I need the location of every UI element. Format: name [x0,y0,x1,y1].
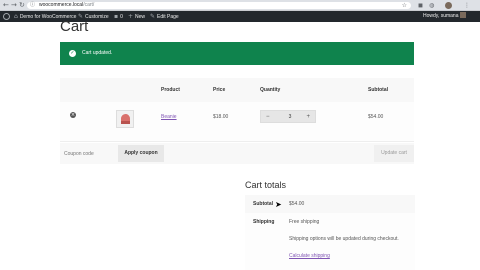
header-subtotal: Subtotal [368,87,388,93]
menu-dots-icon[interactable]: ⋮ [464,1,470,10]
cart-item-row: × Beanie $18.00 − 3 + $54.00 [60,102,414,142]
bookmark-star-icon[interactable]: ☆ [402,2,407,9]
back-icon[interactable]: ← [3,1,9,10]
check-circle-icon: ✓ [69,50,76,57]
cart-totals-title: Cart totals [245,180,287,190]
shipping-note: Shipping options will be updated during … [289,236,399,242]
page-title: Cart [60,18,89,35]
edit-page-label: Edit Page [157,14,179,20]
user-avatar [460,12,467,18]
reload-icon[interactable]: ↻ [19,1,25,10]
browser-toolbar: ← → ↻ ⓘ woocommerce.local/cart/ ☆ ◼ ◍ ⋮ [0,0,480,11]
product-thumbnail[interactable] [116,110,134,128]
comments-count: 0 [120,14,123,20]
page-root: ← → ↻ ⓘ woocommerce.local/cart/ ☆ ◼ ◍ ⋮ … [0,0,480,270]
adminbar-account[interactable]: Howdy, sumana [423,11,467,22]
comment-icon: ▪ [114,13,119,20]
subtotal-value: $54.00 [289,201,305,207]
new-label: New [135,14,146,20]
cart-totals-table: Subtotal $54.00 Shipping Free shipping S… [245,195,415,270]
header-quantity: Quantity [260,87,281,93]
shipping-label: Shipping [253,219,275,225]
cart-table: Product Price Quantity Subtotal × Beanie… [60,78,414,164]
product-name-link[interactable]: Beanie [161,114,177,120]
extension-icon[interactable]: ◼ [418,1,423,10]
item-subtotal: $54.00 [368,114,384,120]
totals-shipping-row: Shipping Free shipping Shipping options … [245,213,415,270]
calculate-shipping-link[interactable]: Calculate shipping [289,253,330,259]
header-price: Price [213,87,226,93]
cart-actions: Apply coupon Update cart [60,143,414,164]
pencil-icon: ✎ [150,13,156,20]
apply-coupon-button[interactable]: Apply coupon [118,145,164,162]
url-path: /cart/ [83,2,95,8]
update-cart-button[interactable]: Update cart [374,145,414,162]
product-price: $18.00 [213,114,229,120]
plus-icon: + [128,13,134,20]
shipping-method: Free shipping [289,219,320,225]
cart-updated-notice: ✓ Cart updated. [60,42,414,65]
customize-label: Customize [85,14,109,20]
totals-subtotal-row: Subtotal $54.00 [245,195,415,213]
quantity-stepper[interactable]: − 3 + [260,110,316,123]
subtotal-label: Subtotal [253,201,273,207]
url-host: woocommerce.local [39,2,84,8]
address-url[interactable]: woocommerce.local/cart/ [39,2,94,9]
coupon-code-input[interactable] [60,145,118,162]
address-bar[interactable]: ⓘ woocommerce.local/cart/ ☆ [27,2,411,9]
notice-message: Cart updated. [82,50,113,56]
adminbar-comments[interactable]: ▪ 0 [114,11,123,22]
remove-item-icon[interactable]: × [70,112,76,118]
howdy-text: Howdy, sumana [423,13,459,19]
beanie-image [121,114,130,124]
adminbar-edit-page[interactable]: ✎ Edit Page [150,11,179,22]
profile-avatar[interactable] [445,2,452,9]
adminbar-new[interactable]: + New [128,11,145,22]
wordpress-logo-icon[interactable] [3,13,10,20]
quantity-input[interactable]: 3 [285,111,295,123]
extension-icon-2[interactable]: ◍ [429,1,434,10]
quantity-plus-button[interactable]: + [306,111,310,123]
home-icon: ⌂ [14,13,18,20]
info-icon[interactable]: ⓘ [30,2,35,9]
quantity-minus-button[interactable]: − [266,111,270,123]
forward-icon[interactable]: → [11,1,17,10]
header-product: Product [161,87,180,93]
cart-table-header: Product Price Quantity Subtotal [60,78,414,102]
mouse-cursor-icon: ➤ [275,200,282,209]
